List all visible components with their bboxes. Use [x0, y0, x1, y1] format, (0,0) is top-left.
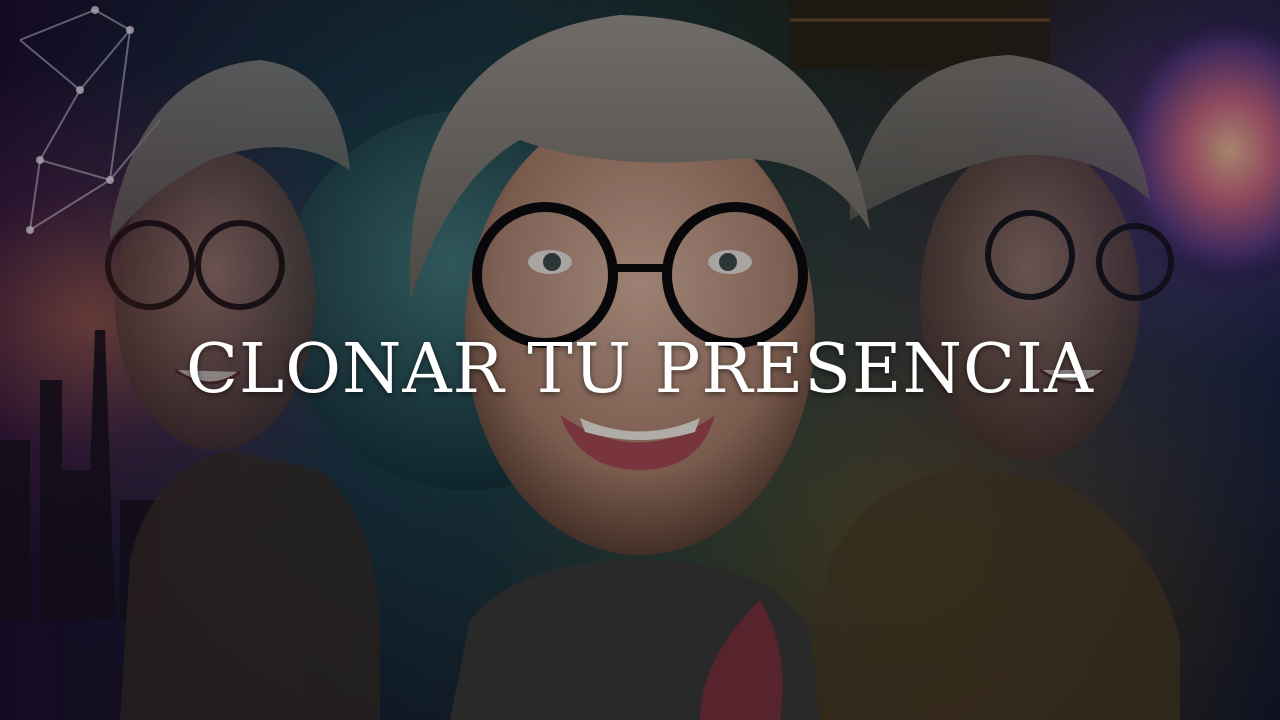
headline-title: CLONAR TU PRESENCIA — [186, 330, 1094, 409]
hero-image: CLONAR TU PRESENCIA — [0, 0, 1280, 720]
